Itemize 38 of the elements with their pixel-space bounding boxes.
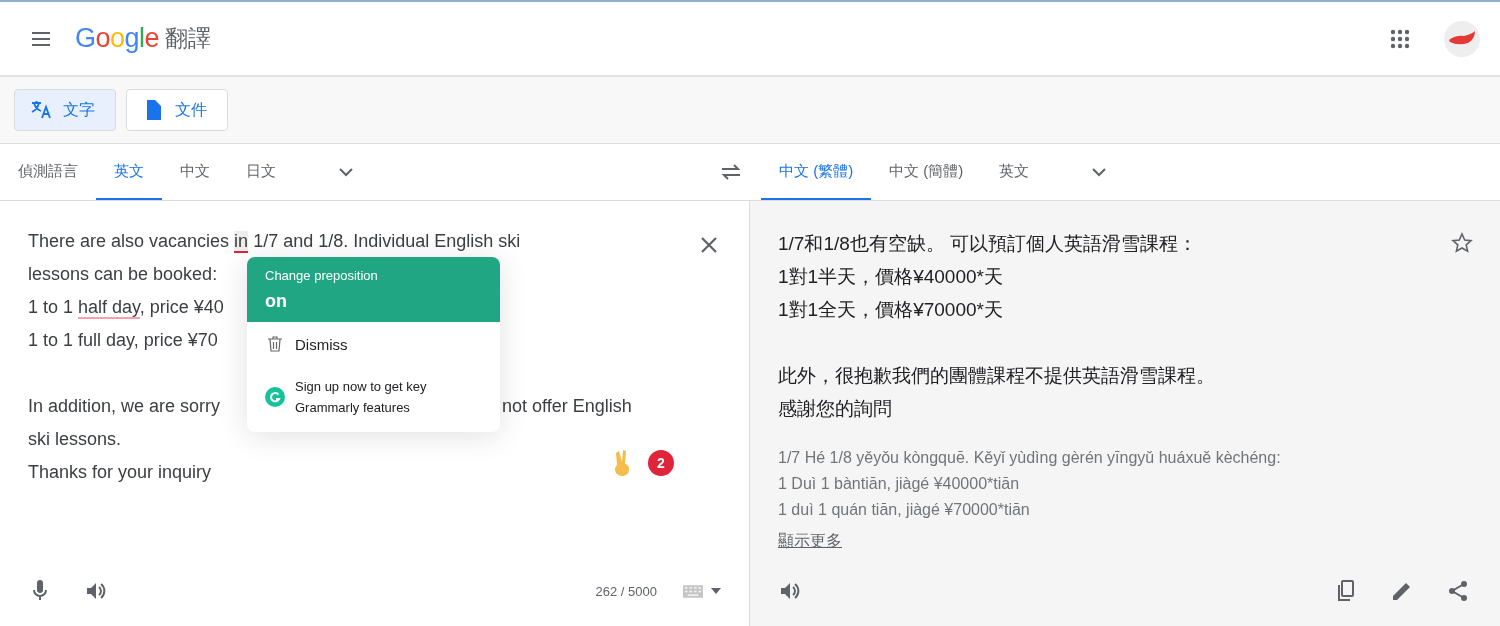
romanization-line: 1/7 Hé 1/8 yěyǒu kòngquē. Kěyǐ yùdìng gèrén yīngyǔ huáxuě kèchéng: bbox=[778, 448, 1282, 468]
share-icon[interactable] bbox=[1446, 579, 1470, 603]
source-text-line[interactable]: Thanks for your inquiry bbox=[28, 456, 212, 489]
translation-line: 1/7和1/8也有空缺。 可以預訂個人英語滑雪課程： bbox=[778, 232, 1198, 256]
show-more-link[interactable]: 顯示更多 bbox=[778, 531, 842, 552]
language-tab[interactable]: 中文 (簡體) bbox=[871, 144, 982, 200]
translation-line: 1對1半天，價格¥40000*天 bbox=[778, 265, 1003, 289]
language-tab[interactable]: 日文 bbox=[228, 144, 294, 200]
source-text-line[interactable]: There are also vacancies in 1/7 and 1/8. Individual English ski bbox=[28, 225, 521, 258]
romanization-line: 1 duì 1 quán tiān, jiàgé ¥70000*tiān bbox=[778, 500, 1031, 520]
caret-icon[interactable] bbox=[711, 588, 721, 594]
dismiss-button[interactable]: Dismiss bbox=[295, 335, 348, 353]
language-tab[interactable]: 偵測語言 bbox=[0, 144, 96, 200]
star-icon[interactable] bbox=[1450, 231, 1474, 255]
translation-line: 1對1全天，價格¥70000*天 bbox=[778, 298, 1003, 322]
language-tab[interactable]: 中文 bbox=[162, 144, 228, 200]
romanization-line: 1 Duì 1 bàntiān, jiàgé ¥40000*tiān bbox=[778, 474, 1021, 494]
promo-text[interactable]: Sign up now to get key Grammarly features bbox=[295, 376, 465, 418]
source-text-line[interactable]: not offer English bbox=[502, 390, 749, 423]
source-text-line[interactable]: In addition, we are sorry bbox=[28, 390, 246, 423]
character-count: 262 / 5000 bbox=[595, 583, 657, 599]
source-text-line[interactable]: 1 to 1 full day, price ¥70 bbox=[28, 324, 246, 357]
google-logo[interactable]: Google bbox=[75, 23, 160, 54]
trash-icon[interactable] bbox=[265, 334, 285, 354]
translation-line: 此外，很抱歉我們的團體課程不提供英語滑雪課程。 bbox=[778, 364, 1215, 388]
avatar-icon[interactable] bbox=[1444, 20, 1480, 57]
grammarly-logo-icon bbox=[265, 387, 285, 407]
source-text-line[interactable]: ski lessons. bbox=[28, 423, 122, 456]
product-title: 翻譯 bbox=[165, 24, 212, 53]
source-text-line[interactable]: lessons can be booked: bbox=[28, 258, 246, 291]
mode-tab[interactable]: 文字 bbox=[14, 89, 116, 131]
translation-line: 感謝您的詢問 bbox=[778, 397, 892, 421]
apps-grid-icon[interactable] bbox=[1390, 28, 1410, 49]
mode-tab[interactable]: 文件 bbox=[126, 89, 228, 131]
source-text-line[interactable]: 1 to 1 half day, price ¥40 bbox=[28, 291, 246, 324]
issue-count-badge[interactable]: 2 bbox=[648, 450, 674, 476]
language-tab[interactable]: 英文 bbox=[981, 144, 1048, 200]
suggestion-title: Change preposition bbox=[265, 268, 379, 283]
